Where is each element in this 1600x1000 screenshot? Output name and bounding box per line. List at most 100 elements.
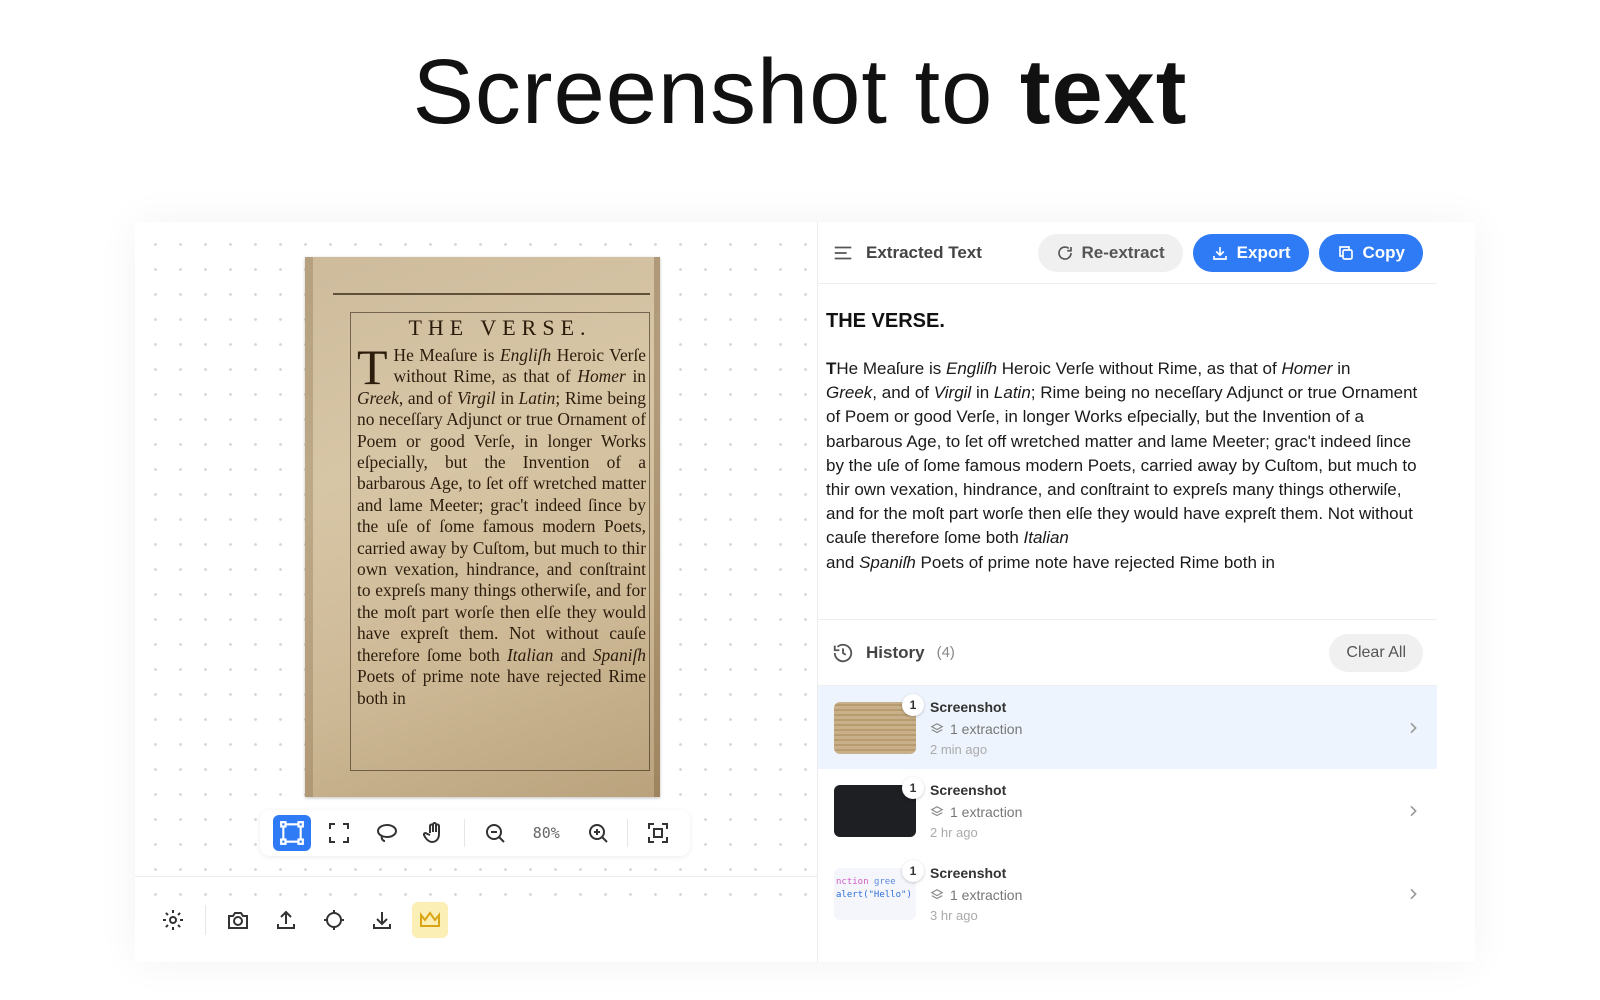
count-badge: 1 xyxy=(902,859,924,882)
history-item-time: 3 hr ago xyxy=(930,907,978,923)
zoom-out-icon xyxy=(485,824,505,843)
upload-icon xyxy=(277,910,295,929)
history-count: (4) xyxy=(936,644,955,661)
settings-button[interactable] xyxy=(155,902,191,938)
canvas-toolbar: 80% xyxy=(260,810,690,856)
history-item-name: Screenshot xyxy=(930,781,1007,798)
count-badge: 1 xyxy=(902,776,924,799)
refresh-icon xyxy=(1057,245,1072,260)
toolbar-divider xyxy=(464,819,466,847)
page-text-italic: Homer xyxy=(577,366,626,387)
thumbnail-code-text: gree xyxy=(873,876,896,887)
lasso-icon xyxy=(376,824,397,842)
history-info: Screenshot 1 extraction 3 hr ago xyxy=(930,865,1405,923)
fit-screen-button[interactable] xyxy=(639,815,677,851)
zoom-in-button[interactable] xyxy=(579,815,617,851)
target-button[interactable] xyxy=(316,902,352,938)
history-item[interactable]: nction gree alert("Hello") 1 Screenshot … xyxy=(818,852,1437,935)
page-text-italic: Spaniſh xyxy=(592,644,646,665)
extracted-text-italic: Latin xyxy=(993,383,1031,403)
page-text: Poets of prime note have rejected Rime b… xyxy=(357,666,646,708)
download-icon xyxy=(373,911,391,929)
history-header: History (4) Clear All xyxy=(818,620,1437,686)
page-rule xyxy=(333,293,650,295)
extracted-text: Poets of prime note have rejected Rime b… xyxy=(915,552,1275,572)
extracted-text: ; Rime being no neceſſary Adjunct or tru… xyxy=(826,383,1418,548)
history-info: Screenshot 1 extraction 2 hr ago xyxy=(930,782,1405,840)
history-item-time: 2 hr ago xyxy=(930,824,978,840)
extracted-text-italic: Homer xyxy=(1281,359,1333,378)
page-heading: THE VERSE. xyxy=(408,315,592,340)
hero-title: Screenshot to text xyxy=(0,40,1600,145)
history-item[interactable]: 1 Screenshot 1 extraction 2 min ago xyxy=(818,686,1437,769)
menu-icon xyxy=(834,246,852,259)
layers-icon xyxy=(930,722,944,733)
history-thumbnail: 1 xyxy=(834,693,924,754)
extracted-heading: THE VERSE. xyxy=(826,310,945,332)
select-region-icon xyxy=(279,821,304,845)
extracted-text: in xyxy=(1332,359,1351,378)
history-item-extractions: 1 extraction xyxy=(930,804,1405,820)
hero-title-bold: text xyxy=(1019,41,1188,143)
premium-button[interactable] xyxy=(412,901,448,938)
download-button[interactable] xyxy=(364,902,400,938)
zoom-in-icon xyxy=(588,824,608,843)
extraction-count: 1 extraction xyxy=(950,803,1023,820)
crown-icon xyxy=(420,910,440,927)
extracted-text-italic: Spaniſh xyxy=(859,552,916,572)
capture-button[interactable] xyxy=(220,902,256,938)
page-body: T He Meaſure is Engliſh Heroic Verſe with… xyxy=(357,342,646,709)
page-text: ; Rime being no neceſſary Adjunct or tru… xyxy=(357,387,646,665)
layers-icon xyxy=(930,805,944,816)
extracted-text-italic: Greek xyxy=(826,383,873,403)
reextract-label: Re-extract xyxy=(1081,242,1165,262)
history-info: Screenshot 1 extraction 2 min ago xyxy=(930,699,1405,757)
extracted-text-area[interactable]: THE VERSE. THe Meaſure is Engliſh Heroic… xyxy=(818,284,1437,620)
extracted-text-italic: Virgil xyxy=(933,383,972,403)
fit-screen-icon xyxy=(648,823,669,843)
image-canvas[interactable]: THE VERSE. T He Meaſure is Engliſh Heroic… xyxy=(135,222,837,900)
toolbar-divider xyxy=(627,819,629,847)
app-window: THE VERSE. T He Meaſure is Engliſh Heroic… xyxy=(135,222,1475,962)
lasso-button[interactable] xyxy=(368,815,406,851)
history-item-name: Screenshot xyxy=(930,698,1007,715)
page-text: and xyxy=(553,644,593,665)
history-title: History xyxy=(866,642,925,662)
page-text-italic: Italian xyxy=(507,644,554,665)
history-item-extractions: 1 extraction xyxy=(930,721,1405,737)
history-thumbnail: nction gree alert("Hello") 1 xyxy=(834,859,924,920)
extracted-text-panel: Extracted Text Re-extract Export Copy TH… xyxy=(817,222,1437,962)
history-thumbnail: 1 xyxy=(834,776,924,837)
page-text: in xyxy=(495,387,519,408)
extracted-text: Heroic Verſe without Rime, as that of xyxy=(997,359,1282,378)
extraction-count: 1 extraction xyxy=(950,886,1023,903)
fullscreen-select-icon xyxy=(329,823,350,843)
extracted-text-italic: Italian xyxy=(1023,528,1069,548)
history-item-time: 2 min ago xyxy=(930,741,988,757)
extracted-text: and xyxy=(826,552,860,572)
upload-button[interactable] xyxy=(268,902,304,938)
crosshair-icon xyxy=(324,909,344,930)
pan-button[interactable] xyxy=(416,815,454,851)
page-text: He Meaſure is xyxy=(393,345,500,365)
extracted-text: , and of xyxy=(872,383,934,403)
clear-all-button[interactable]: Clear All xyxy=(1329,633,1423,672)
history-item[interactable]: 1 Screenshot 1 extraction 2 hr ago xyxy=(818,769,1437,852)
copy-button[interactable]: Copy xyxy=(1318,233,1423,272)
zoom-out-button[interactable] xyxy=(476,815,514,851)
hero-title-regular: Screenshot to xyxy=(412,41,1020,143)
page-text: in xyxy=(625,366,646,387)
copy-label: Copy xyxy=(1362,242,1406,262)
extracted-text-bold: T xyxy=(826,359,837,378)
select-region-button[interactable] xyxy=(273,815,311,851)
extracted-text: He Meaſure is xyxy=(836,359,946,378)
export-button[interactable]: Export xyxy=(1192,233,1309,272)
page-text-italic: Engliſh xyxy=(500,345,552,365)
reextract-button[interactable]: Re-extract xyxy=(1037,233,1183,272)
history-icon xyxy=(833,643,853,662)
chevron-right-icon xyxy=(1410,722,1417,733)
fullscreen-select-button[interactable] xyxy=(321,815,359,851)
extracted-text: in xyxy=(971,383,994,403)
panel-title: Extracted Text xyxy=(866,242,982,262)
panel-header: Extracted Text Re-extract Export Copy xyxy=(818,222,1437,284)
